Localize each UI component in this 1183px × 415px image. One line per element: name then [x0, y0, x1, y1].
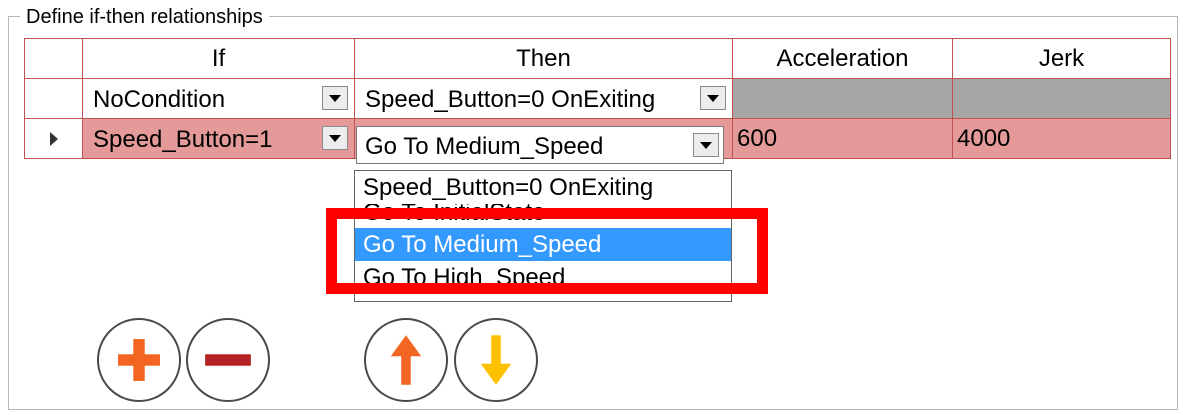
- if-combo[interactable]: NoCondition: [82, 78, 355, 119]
- then-edit-value: Go To Medium_Speed: [365, 133, 604, 160]
- jerk-cell[interactable]: [952, 78, 1171, 119]
- then-combo[interactable]: Speed_Button=0 OnExiting: [354, 78, 733, 119]
- header-then[interactable]: Then: [354, 38, 733, 79]
- if-combo[interactable]: Speed_Button=1: [82, 118, 355, 159]
- chevron-down-icon: [329, 134, 341, 142]
- move-up-button[interactable]: [364, 318, 448, 402]
- row-selector[interactable]: [24, 78, 83, 119]
- chevron-down-icon: [700, 141, 712, 149]
- acceleration-cell[interactable]: 600: [732, 118, 953, 159]
- dropdown-option[interactable]: Speed_Button=0 OnExiting: [355, 171, 731, 204]
- header-row: If Then Acceleration Jerk: [24, 38, 1171, 79]
- minus-icon: [205, 354, 251, 366]
- jerk-cell[interactable]: 4000: [952, 118, 1171, 159]
- if-value: Speed_Button=1: [93, 126, 273, 153]
- move-down-button[interactable]: [454, 318, 538, 402]
- then-dropdown-button[interactable]: [700, 86, 726, 110]
- header-if[interactable]: If: [82, 38, 355, 79]
- then-edit-dropdown-button[interactable]: [693, 133, 719, 157]
- plus-icon: [118, 339, 160, 381]
- if-dropdown-button[interactable]: [322, 86, 348, 110]
- then-editing-combo[interactable]: Go To Medium_Speed: [356, 126, 724, 164]
- row-selector[interactable]: [24, 118, 83, 159]
- group-title: Define if-then relationships: [20, 4, 269, 30]
- header-acceleration[interactable]: Acceleration: [732, 38, 953, 79]
- if-dropdown-button[interactable]: [322, 126, 348, 150]
- remove-row-button[interactable]: [186, 318, 270, 402]
- highlight-box: [326, 208, 768, 294]
- arrow-down-icon: [480, 335, 512, 385]
- row-selector-header: [24, 38, 83, 79]
- header-jerk[interactable]: Jerk: [952, 38, 1171, 79]
- if-value: NoCondition: [93, 86, 226, 113]
- then-value: Speed_Button=0 OnExiting: [365, 86, 656, 113]
- chevron-down-icon: [329, 94, 341, 102]
- acceleration-cell[interactable]: [732, 78, 953, 119]
- chevron-down-icon: [707, 94, 719, 102]
- current-row-icon: [49, 132, 58, 147]
- arrow-up-icon: [390, 335, 422, 385]
- add-row-button[interactable]: [97, 318, 181, 402]
- table-row[interactable]: NoCondition Speed_Button=0 OnExiting: [24, 78, 1171, 119]
